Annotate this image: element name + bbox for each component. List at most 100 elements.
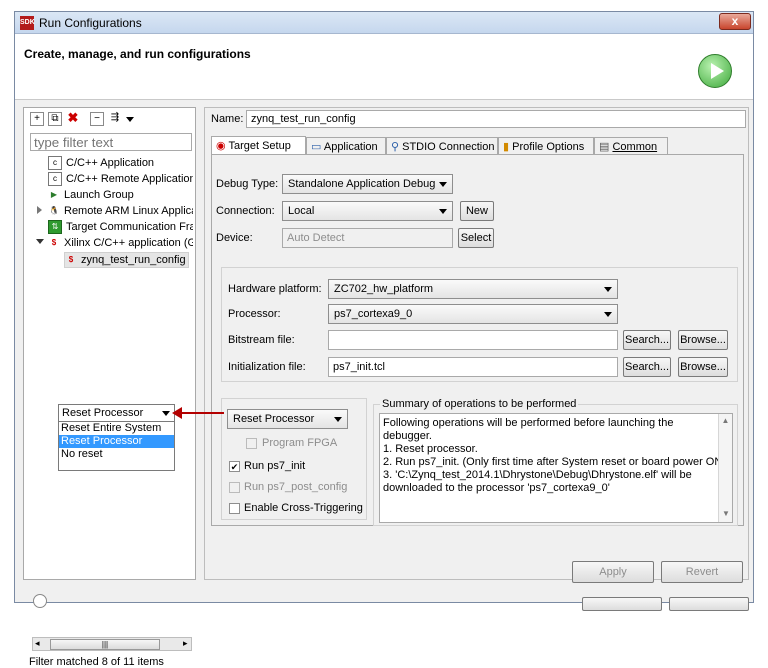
tab-application[interactable]: ▭ Application [306,137,386,155]
summary-group: Summary of operations to be performed Fo… [373,398,738,526]
remote-arm-icon: 🐧 [48,205,60,218]
option-no-reset[interactable]: No reset [59,448,174,461]
bitstream-search-button[interactable]: Search... [623,330,671,350]
bitstream-label: Bitstream file: [228,334,295,346]
header-title: Create, manage, and run configurations [24,47,251,61]
target-setup-panel: Debug Type: Standalone Application Debug… [211,154,744,526]
callout-reset-select[interactable]: Reset Processor [58,404,175,422]
tree-item-launch-group[interactable]: ▶ Launch Group [48,187,193,203]
callout-arrow-line [180,412,224,414]
tree-item-zynq-config[interactable]: $ zynq_test_run_config [64,252,189,268]
connection-select[interactable]: Local [282,201,453,221]
tab-stdio-connection[interactable]: ⚲ STDIO Connection [386,137,498,155]
collapse-all-icon[interactable]: − [90,112,104,126]
run-ps7-init-checkbox[interactable]: ✔ [229,461,240,472]
c-remote-icon: c [48,172,62,187]
scroll-right-icon[interactable]: ▸ [183,638,188,649]
dialog-header: Create, manage, and run configurations [15,34,753,100]
cross-trigger-checkbox[interactable] [229,503,240,514]
sdk-icon: SDK [20,16,35,30]
run-button[interactable] [582,597,662,611]
program-fpga-label: Program FPGA [262,437,338,449]
option-reset-processor[interactable]: Reset Processor [59,435,174,448]
device-label: Device: [216,232,253,244]
new-connection-button[interactable]: New [460,201,494,221]
tree-item-xilinx-app[interactable]: $Xilinx C/C++ application (GDB) [48,235,193,251]
bitstream-input[interactable] [328,330,618,350]
tree-item-c-remote[interactable]: c C/C++ Remote Application [48,171,193,187]
hardware-group: Hardware platform: ZC702_hw_platform Pro… [221,267,738,382]
init-browse-button[interactable]: Browse... [678,357,728,377]
summary-scrollbar[interactable]: ▲ ▼ [718,414,732,522]
run-ps7-post-label: Run ps7_post_config [244,481,348,493]
run-ps7-post-checkbox[interactable] [229,482,240,493]
filter-input[interactable] [30,133,192,151]
apply-button[interactable]: Apply [572,561,654,583]
tree-item-c-application[interactable]: c C/C++ Application [48,155,193,171]
dropdown-arrow-icon [439,209,447,214]
duplicate-icon[interactable]: ⧉ [48,112,62,126]
filter-menu-arrow-icon[interactable] [126,117,134,122]
bitstream-browse-button[interactable]: Browse... [678,330,728,350]
device-field: Auto Detect [282,228,453,248]
filter-icon[interactable]: ⇶ [108,112,122,126]
xilinx-config-icon: $ [68,255,74,265]
summary-text: Following operations will be performed b… [379,413,733,523]
close-dialog-button[interactable] [669,597,749,611]
tree-horizontal-scrollbar[interactable]: ◂ ||| ▸ [32,637,192,651]
scroll-up-icon[interactable]: ▲ [719,414,732,427]
hw-platform-select[interactable]: ZC702_hw_platform [328,279,618,299]
close-button[interactable]: x [719,13,751,30]
config-editor-pane: Name: zynq_test_run_config ◉ Target Setu… [204,107,749,583]
run-configurations-window: SDK Run Configurations x Create, manage,… [14,11,754,668]
reset-type-select[interactable]: Reset Processor [227,409,348,429]
run-icon [698,54,732,88]
title-bar: SDK Run Configurations x [15,12,753,34]
tab-target-setup[interactable]: ◉ Target Setup [211,136,306,155]
scroll-left-icon[interactable]: ◂ [35,638,40,649]
tree-item-remote-arm[interactable]: 🐧Remote ARM Linux Application [48,203,193,219]
init-file-label: Initialization file: [228,361,306,373]
help-icon[interactable] [33,594,47,608]
config-tree-pane: + ⧉ ✖ − ⇶ cC/C++ Application cC/C++ Remo… [23,107,196,668]
hw-platform-label: Hardware platform: [228,283,322,295]
launch-group-icon: ▶ [48,189,60,202]
xilinx-icon: $ [48,237,60,250]
window-title: Run Configurations [39,16,142,30]
reset-group: Reset Processor Program FPGA ✔ Run ps7_i… [221,398,367,520]
cross-trigger-label: Enable Cross-Triggering [244,502,363,514]
scroll-thumb[interactable]: ||| [50,639,160,650]
new-config-icon[interactable]: + [30,112,44,126]
tab-common[interactable]: ▤ Common [594,137,668,155]
expand-arrow-icon[interactable] [37,206,42,214]
profile-icon: ▮ [503,141,510,153]
program-fpga-checkbox[interactable] [246,438,257,449]
dropdown-arrow-icon [439,182,447,187]
name-input[interactable]: zynq_test_run_config [246,110,746,128]
option-reset-entire-system[interactable]: Reset Entire System [59,422,174,435]
run-ps7-init-label: Run ps7_init [244,460,306,472]
revert-button[interactable]: Revert [661,561,743,583]
reset-options-callout: Reset Processor Reset Entire System Rese… [58,404,188,474]
dropdown-arrow-icon [604,312,612,317]
delete-icon[interactable]: ✖ [66,111,80,126]
stdio-icon: ⚲ [391,141,400,153]
application-icon: ▭ [311,141,322,153]
debug-type-select[interactable]: Standalone Application Debug [282,174,453,194]
processor-label: Processor: [228,308,281,320]
processor-select[interactable]: ps7_cortexa9_0 [328,304,618,324]
tcf-icon: ⇅ [48,220,62,235]
collapse-arrow-icon[interactable] [36,239,44,244]
callout-arrow-icon [172,407,182,419]
dropdown-arrow-icon [162,411,170,416]
target-icon: ◉ [216,140,226,152]
scroll-down-icon[interactable]: ▼ [719,507,733,520]
init-file-input[interactable]: ps7_init.tcl [328,357,618,377]
filter-status: Filter matched 8 of 11 items [29,656,164,668]
tab-profile-options[interactable]: ▮ Profile Options [498,137,594,155]
select-device-button[interactable]: Select [458,228,494,248]
init-search-button[interactable]: Search... [623,357,671,377]
tree-item-tcf[interactable]: ⇅Target Communication Framework [48,219,193,235]
reset-options-list: Reset Entire System Reset Processor No r… [58,421,175,471]
dropdown-arrow-icon [604,287,612,292]
